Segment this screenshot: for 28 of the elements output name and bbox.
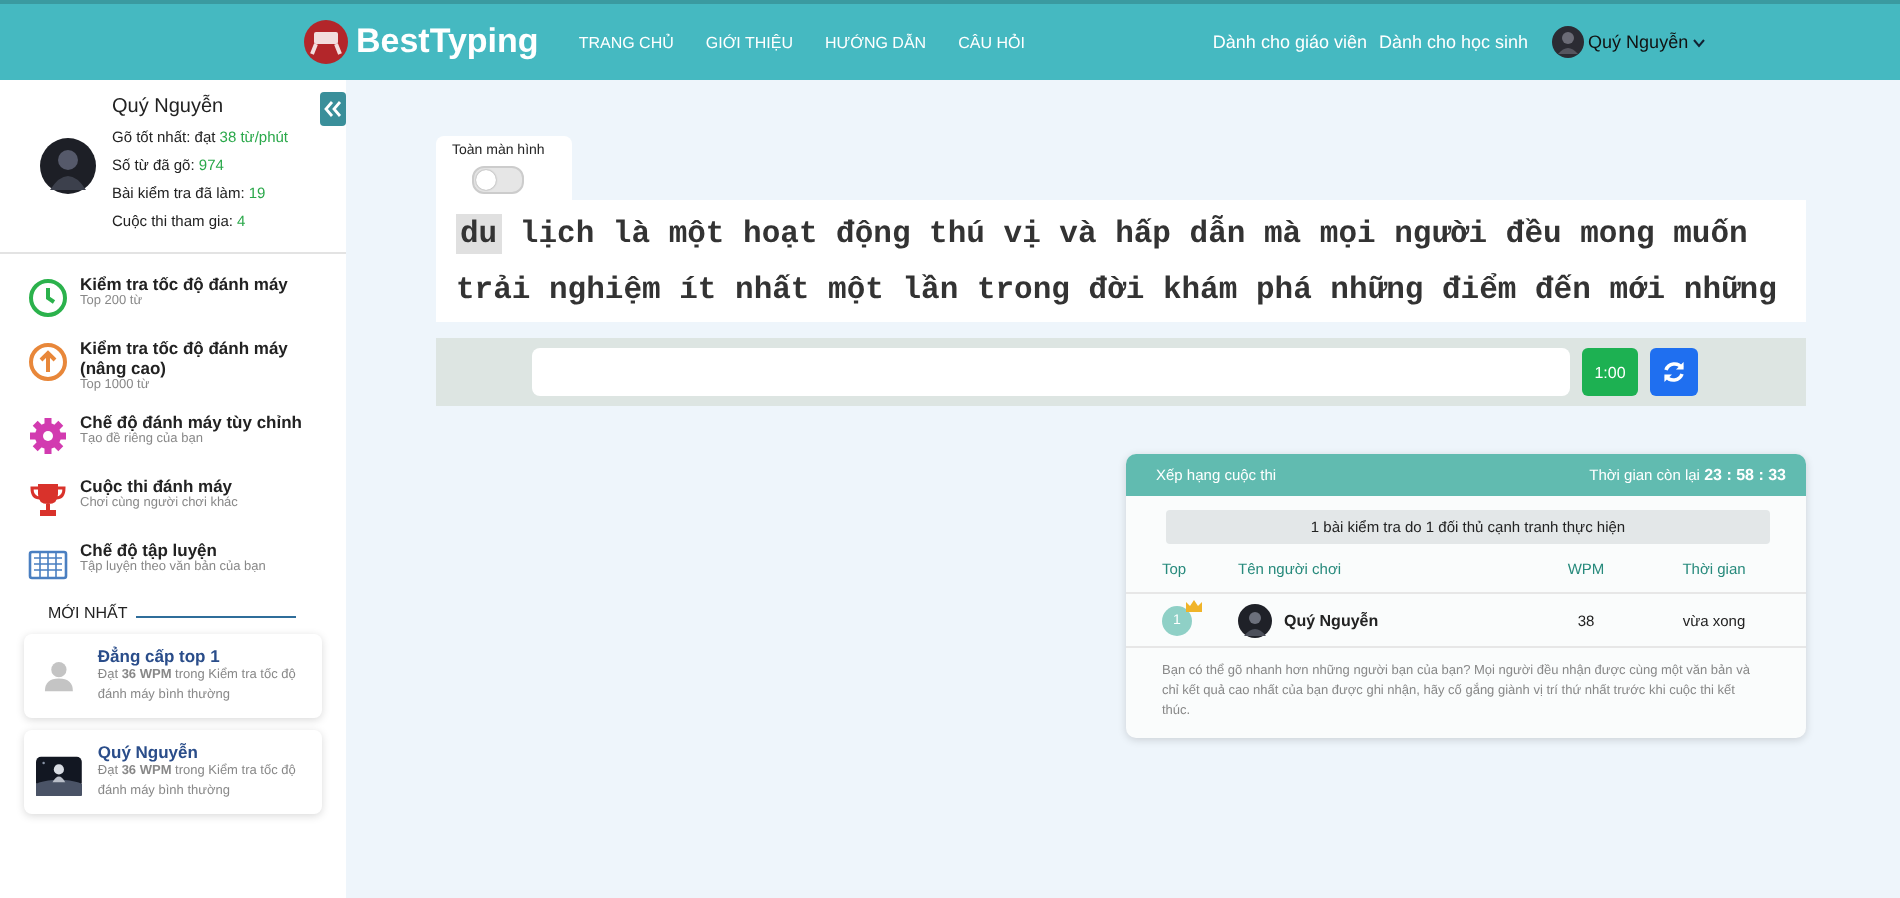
typing-input[interactable] bbox=[532, 348, 1570, 396]
typing-text-line: lịch là một hoạt động thú vị và hấp dẫn mà mọi người đều mong muốn bbox=[519, 216, 1748, 252]
typing-text-line: trải nghiệm ít nhất một lần trong đời khám phá những điểm đến mới những bbox=[456, 272, 1777, 308]
collapse-button[interactable] bbox=[320, 92, 346, 126]
mode-title: Chế độ tập luyện bbox=[80, 540, 219, 560]
news-title: Đẳng cấp top 1 bbox=[97, 646, 222, 666]
mode-title: Cuộc thi đánh máy bbox=[80, 476, 235, 496]
current-word: du bbox=[456, 214, 502, 254]
section-heading: MỚI NHẤT bbox=[48, 604, 128, 622]
logo-icon bbox=[304, 20, 348, 64]
trophy-icon bbox=[28, 480, 68, 520]
restart-button[interactable] bbox=[1650, 348, 1698, 396]
fullscreen-toggle[interactable] bbox=[472, 166, 525, 194]
mode-title: Kiểm tra tốc độ đánh máy bbox=[80, 274, 288, 294]
mode-title: Kiểm tra tốc độ đánh máy (nâng cao) bbox=[80, 338, 290, 378]
mode-title: Chế độ đánh máy tùy chỉnh bbox=[80, 412, 302, 432]
countdown: 23 : 58 : 33 bbox=[1704, 466, 1786, 484]
user-menu[interactable]: Quý Nguyễn bbox=[1588, 32, 1689, 52]
clock-icon bbox=[28, 278, 68, 318]
refresh-icon bbox=[1662, 360, 1686, 384]
crown-icon bbox=[1186, 599, 1202, 611]
arrow-up-icon bbox=[28, 342, 68, 382]
chevron-down-icon[interactable] bbox=[1692, 37, 1707, 47]
player-name: Quý Nguyễn bbox=[1284, 611, 1379, 629]
double-chevron-left-icon bbox=[324, 100, 342, 118]
gear-icon bbox=[28, 416, 68, 456]
profile-name: Quý Nguyễn bbox=[112, 96, 226, 118]
news-title: Quý Nguyễn bbox=[97, 742, 200, 762]
